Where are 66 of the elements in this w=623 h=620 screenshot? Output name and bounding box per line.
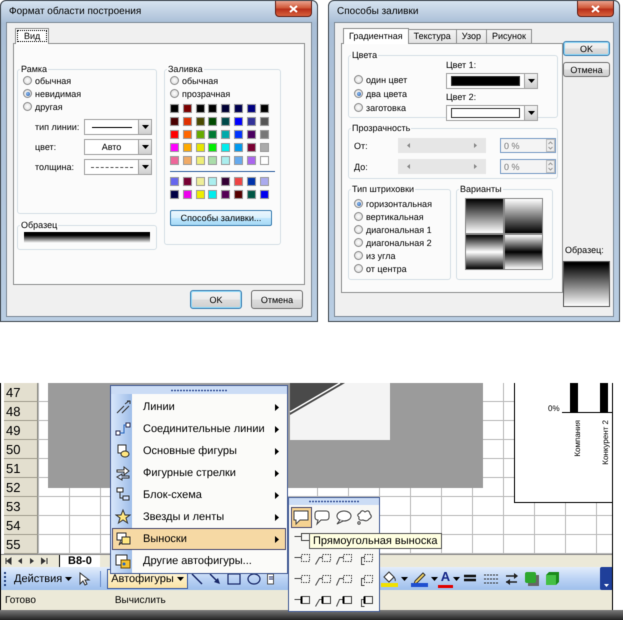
menu-item[interactable]: Выноски bbox=[112, 528, 286, 550]
menu-item[interactable]: Линии bbox=[112, 396, 286, 418]
field-label: До: bbox=[354, 162, 369, 172]
axis-label: 0% bbox=[548, 404, 560, 413]
row-header[interactable]: 47 bbox=[4, 383, 38, 402]
sample-label: Образец: bbox=[565, 245, 604, 255]
menu-item[interactable]: Основные фигуры bbox=[112, 440, 286, 462]
group-label: Заливка bbox=[167, 64, 204, 74]
radio-label[interactable]: прозрачная bbox=[182, 88, 230, 98]
tab[interactable]: Градиентная bbox=[343, 28, 409, 44]
category-label: Компания bbox=[573, 420, 582, 457]
dialog-title: Формат области построения bbox=[9, 6, 142, 17]
field-label: Цвет 2: bbox=[446, 92, 478, 102]
color-dropdown[interactable]: Авто bbox=[84, 139, 152, 155]
status-text: Вычислить bbox=[114, 594, 166, 606]
group-label: Варианты bbox=[459, 184, 503, 194]
radio-label[interactable]: диагональная 1 bbox=[366, 224, 432, 234]
dialog-title: Способы заливки bbox=[337, 6, 418, 17]
menu-item[interactable]: Звезды и ленты bbox=[112, 506, 286, 528]
actions-button[interactable]: Действия bbox=[10, 568, 76, 588]
group-label: Образец bbox=[20, 220, 58, 230]
tab[interactable]: Узор bbox=[456, 29, 488, 43]
group-label: Тип штриховки bbox=[351, 184, 416, 194]
field-label: От: bbox=[354, 140, 369, 150]
menu-item[interactable]: Блок-схема bbox=[112, 484, 286, 506]
dialog-button[interactable]: OK bbox=[563, 41, 610, 56]
radio-label[interactable]: обычная bbox=[182, 76, 218, 86]
row-header[interactable]: 50 bbox=[4, 440, 38, 459]
radio-label[interactable]: обычная bbox=[35, 76, 72, 86]
radio-label[interactable]: от центра bbox=[366, 264, 407, 274]
dialog-button[interactable]: OK bbox=[190, 290, 242, 309]
menu-item[interactable]: Фигурные стрелки bbox=[112, 462, 286, 484]
tab[interactable]: Рисунок bbox=[486, 29, 532, 43]
group-label: Рамка bbox=[20, 64, 48, 74]
field-label: тип линии: bbox=[35, 122, 80, 132]
row-header[interactable]: 54 bbox=[4, 516, 38, 535]
radio-label[interactable]: два цвета bbox=[366, 88, 408, 98]
row-header[interactable]: 52 bbox=[4, 478, 38, 497]
status-text: Готово bbox=[5, 594, 36, 606]
field-label: толщина: bbox=[35, 162, 75, 172]
radio-label[interactable]: невидимая bbox=[35, 88, 82, 98]
dialog-button[interactable]: Отмена bbox=[251, 290, 303, 309]
tab[interactable]: Вид bbox=[15, 28, 50, 44]
dialog-button[interactable]: Отмена bbox=[563, 62, 610, 77]
field-label: Цвет 1: bbox=[446, 60, 478, 70]
radio-label[interactable]: из угла bbox=[366, 250, 396, 260]
radio-label[interactable]: диагональная 2 bbox=[366, 238, 432, 248]
field-label: цвет: bbox=[35, 142, 58, 152]
menu-item[interactable]: Соединительные линии bbox=[112, 418, 286, 440]
category-label: Конкурент 2 bbox=[601, 420, 610, 465]
row-header[interactable]: 51 bbox=[4, 459, 38, 478]
group-label: Цвета bbox=[351, 50, 378, 60]
row-header[interactable]: 53 bbox=[4, 497, 38, 516]
radio-label[interactable]: один цвет bbox=[366, 74, 408, 84]
radio-label[interactable]: вертикальная bbox=[366, 212, 424, 222]
tab[interactable]: Текстура bbox=[408, 29, 457, 43]
fill-effects-button[interactable]: Способы заливки... bbox=[170, 210, 272, 226]
tooltip: Прямоугольная выноска bbox=[309, 533, 442, 549]
group-label: Прозрачность bbox=[351, 123, 412, 133]
radio-label[interactable]: горизонтальная bbox=[366, 198, 432, 208]
radio-label[interactable]: другая bbox=[35, 102, 63, 112]
radio-label[interactable]: заготовка bbox=[366, 102, 406, 112]
sheet-tab[interactable]: B8-0 bbox=[59, 554, 100, 568]
row-header[interactable]: 55 bbox=[4, 535, 38, 554]
row-header[interactable]: 49 bbox=[4, 421, 38, 440]
row-header[interactable]: 48 bbox=[4, 402, 38, 421]
